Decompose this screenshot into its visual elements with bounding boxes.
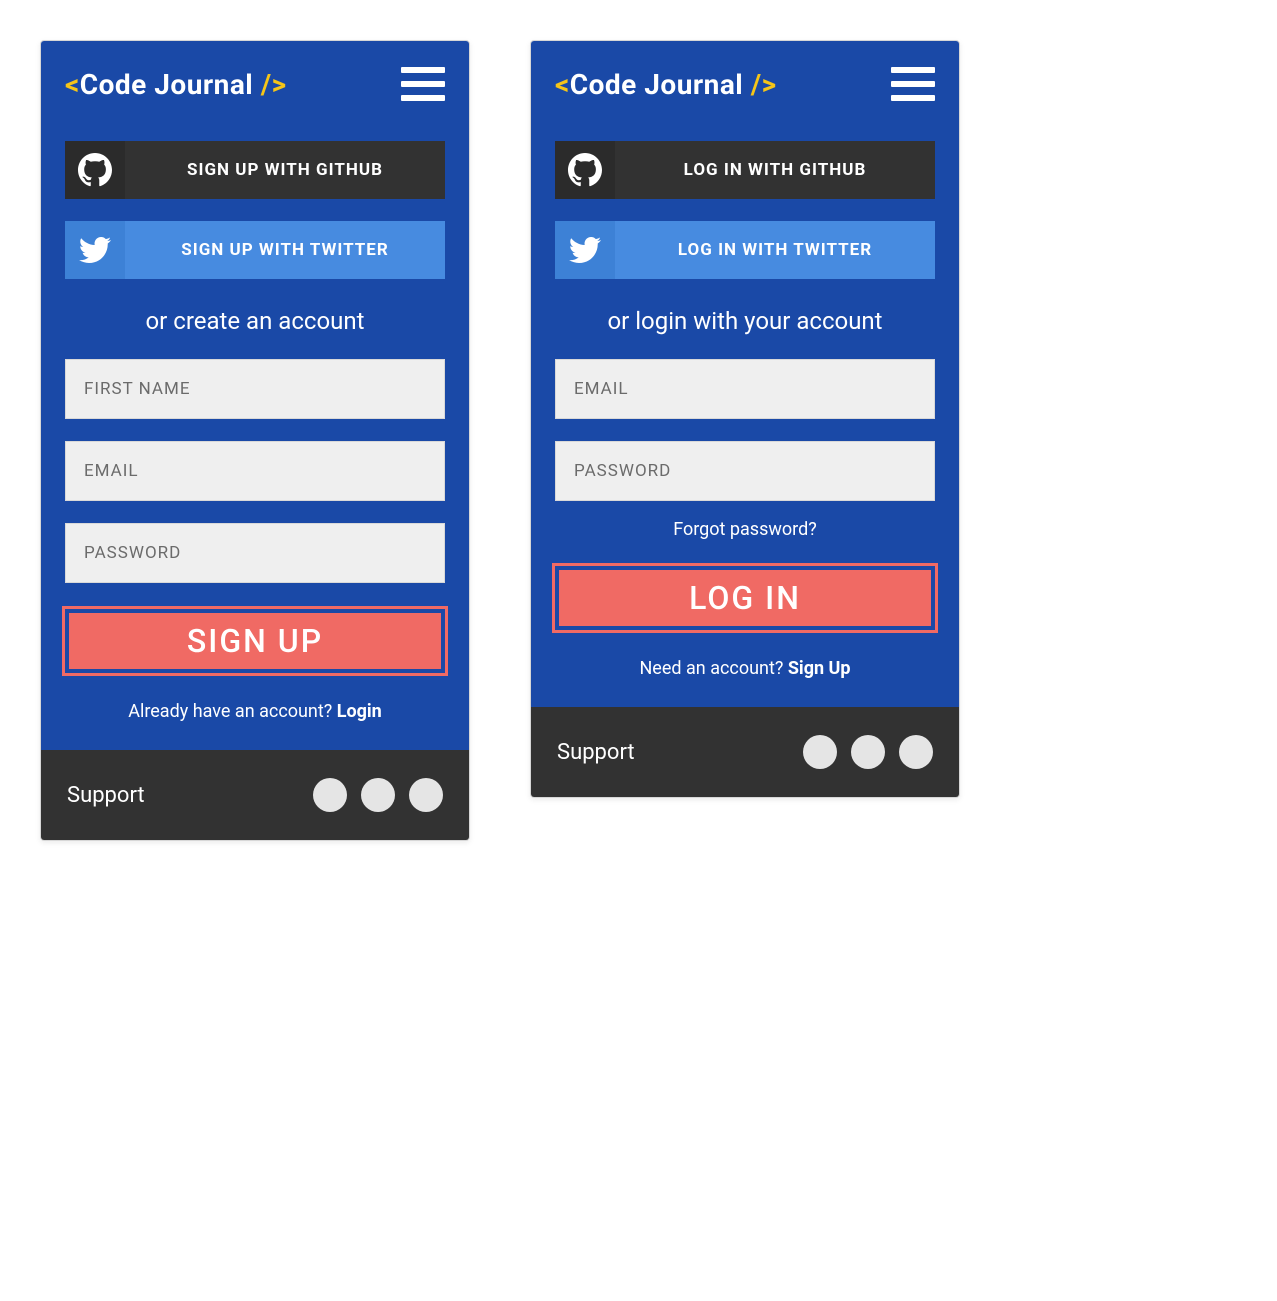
switch-to-signup-prompt: Need an account? [639,658,787,679]
brand-logo: <Code Journal /> [555,68,777,101]
twitter-icon [555,221,615,279]
signup-divider-text: or create an account [65,307,445,335]
switch-to-login-link[interactable]: Login [337,701,382,722]
login-email-placeholder: EMAIL [574,379,629,399]
signup-form: SIGN UP WITH GITHUB SIGN UP WITH TWITTER… [41,121,469,750]
signup-with-github-button[interactable]: SIGN UP WITH GITHUB [65,141,445,199]
footer-social-icon-3[interactable] [409,778,443,812]
switch-to-login-line: Already have an account? Login [65,701,445,722]
forgot-password-link[interactable]: Forgot password? [555,519,935,540]
support-link[interactable]: Support [67,783,145,808]
first-name-placeholder: FIRST NAME [84,379,191,399]
signup-password-placeholder: PASSWORD [84,543,181,563]
signup-email-placeholder: EMAIL [84,461,139,481]
footer: Support [531,707,959,797]
support-link[interactable]: Support [557,740,635,765]
footer-social-icon-1[interactable] [803,735,837,769]
brand-close-angle: /> [253,68,286,101]
footer-social-icon-2[interactable] [361,778,395,812]
switch-to-signup-link[interactable]: Sign Up [788,658,851,679]
login-twitter-label: LOG IN WITH TWITTER [678,240,872,260]
login-with-twitter-button[interactable]: LOG IN WITH TWITTER [555,221,935,279]
signup-submit-button[interactable]: SIGN UP [65,609,445,673]
signup-email-input[interactable]: EMAIL [65,441,445,501]
brand-close-angle: /> [743,68,776,101]
twitter-icon [65,221,125,279]
switch-to-signup-line: Need an account? Sign Up [555,658,935,679]
header: <Code Journal /> [41,41,469,121]
login-submit-label: LOG IN [689,579,801,617]
login-with-github-button[interactable]: LOG IN WITH GITHUB [555,141,935,199]
footer-social-icon-1[interactable] [313,778,347,812]
login-password-input[interactable]: PASSWORD [555,441,935,501]
login-github-label: LOG IN WITH GITHUB [684,160,867,180]
brand-open-angle: < [555,68,570,101]
github-icon [65,141,125,199]
footer-social-icons [313,778,443,812]
login-screen: <Code Journal /> LOG IN WITH GITHUB LOG … [530,40,960,798]
hamburger-menu-icon[interactable] [401,67,445,101]
login-email-input[interactable]: EMAIL [555,359,935,419]
brand-name: Code Journal [570,68,743,101]
signup-screen: <Code Journal /> SIGN UP WITH GITHUB SIG… [40,40,470,841]
hamburger-menu-icon[interactable] [891,67,935,101]
header: <Code Journal /> [531,41,959,121]
login-divider-text: or login with your account [555,307,935,335]
brand-open-angle: < [65,68,80,101]
signup-with-twitter-button[interactable]: SIGN UP WITH TWITTER [65,221,445,279]
brand-name: Code Journal [80,68,253,101]
signup-submit-label: SIGN UP [187,622,323,660]
signup-password-input[interactable]: PASSWORD [65,523,445,583]
switch-to-login-prompt: Already have an account? [128,701,337,722]
footer: Support [41,750,469,840]
github-icon [555,141,615,199]
footer-social-icon-3[interactable] [899,735,933,769]
footer-social-icon-2[interactable] [851,735,885,769]
login-submit-button[interactable]: LOG IN [555,566,935,630]
login-form: LOG IN WITH GITHUB LOG IN WITH TWITTER o… [531,121,959,707]
first-name-input[interactable]: FIRST NAME [65,359,445,419]
footer-social-icons [803,735,933,769]
signup-github-label: SIGN UP WITH GITHUB [187,160,383,180]
login-password-placeholder: PASSWORD [574,461,671,481]
signup-twitter-label: SIGN UP WITH TWITTER [181,240,388,260]
brand-logo: <Code Journal /> [65,68,287,101]
